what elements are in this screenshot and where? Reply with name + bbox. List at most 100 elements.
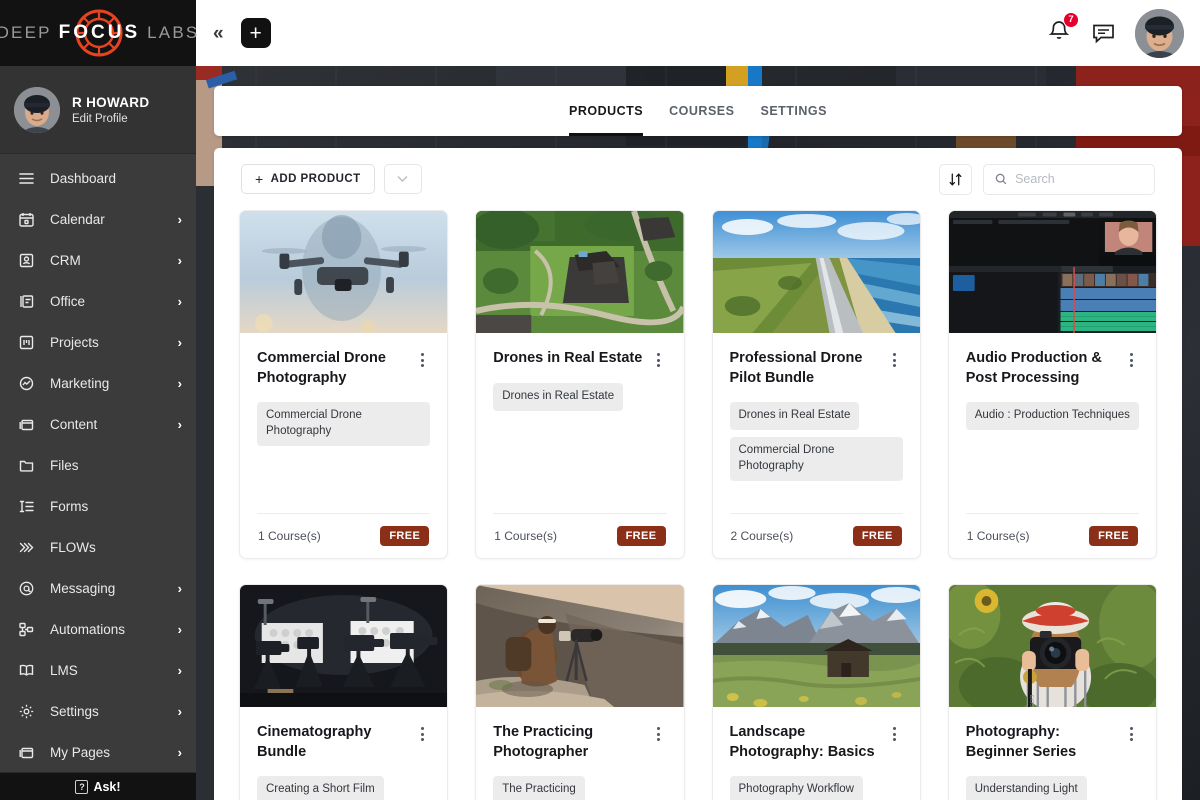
sidebar-profile[interactable]: R HOWARD Edit Profile: [0, 66, 196, 154]
chevron-right-icon: ›: [178, 212, 182, 227]
product-menu-button[interactable]: [651, 349, 667, 367]
sidebar-item-flows[interactable]: FLOWs: [0, 527, 196, 568]
product-menu-button[interactable]: [651, 723, 667, 741]
flows-icon: [16, 538, 36, 558]
tab-settings[interactable]: SETTINGS: [760, 86, 827, 136]
product-card[interactable]: EOS Photography: Beginner Series Underst…: [948, 584, 1157, 800]
sidebar-item-label: Files: [50, 458, 168, 473]
product-card[interactable]: Landscape Photography: Basics Photograph…: [712, 584, 921, 800]
chevron-right-icon: ›: [178, 335, 182, 350]
sidebar-item-label: LMS: [50, 663, 164, 678]
sidebar-item-projects[interactable]: Projects ›: [0, 322, 196, 363]
chevron-right-icon: ›: [178, 294, 182, 309]
product-menu-button[interactable]: [414, 349, 430, 367]
product-card-body: The Practicing Photographer The Practici…: [476, 707, 683, 800]
search-input[interactable]: [1015, 172, 1143, 186]
sidebar-item-marketing[interactable]: Marketing ›: [0, 363, 196, 404]
add-product-dropdown-button[interactable]: [384, 164, 422, 194]
search-icon: [995, 172, 1007, 186]
plus-icon: +: [255, 171, 264, 187]
sidebar-item-crm[interactable]: CRM ›: [0, 240, 196, 281]
top-bar-actions: 7: [1046, 9, 1200, 58]
products-grid: Commercial Drone Photography Commercial …: [214, 210, 1182, 800]
product-thumbnail: [476, 211, 683, 333]
search-box[interactable]: [983, 164, 1155, 195]
product-menu-button[interactable]: [1123, 349, 1139, 367]
products-toolbar: + ADD PRODUCT: [214, 148, 1182, 210]
sort-button[interactable]: [939, 164, 972, 195]
drone-in-flight-image: [240, 211, 447, 333]
product-card[interactable]: Cinematography Bundle Creating a Short F…: [239, 584, 448, 800]
product-card-body: Landscape Photography: Basics Photograph…: [713, 707, 920, 800]
sidebar-item-forms[interactable]: Forms: [0, 486, 196, 527]
price-badge: FREE: [853, 526, 902, 546]
contact-card-icon: [16, 251, 36, 271]
product-tag: Understanding Light: [966, 776, 1087, 800]
product-card[interactable]: The Practicing Photographer The Practici…: [475, 584, 684, 800]
question-mark-icon: ?: [75, 780, 88, 794]
add-product-button[interactable]: + ADD PRODUCT: [241, 164, 375, 194]
at-sign-icon: [16, 579, 36, 599]
product-title: Professional Drone Pilot Bundle: [730, 349, 879, 388]
tab-products[interactable]: PRODUCTS: [569, 86, 643, 136]
sidebar-item-content[interactable]: Content ›: [0, 404, 196, 445]
svg-text:EOS: EOS: [1028, 695, 1034, 707]
messages-button[interactable]: [1090, 20, 1117, 46]
user-avatar-button[interactable]: [1135, 9, 1184, 58]
sidebar-item-lms[interactable]: LMS ›: [0, 650, 196, 691]
sidebar-item-label: Dashboard: [50, 171, 168, 186]
product-tag: Drones in Real Estate: [730, 402, 860, 430]
edit-profile-link[interactable]: Edit Profile: [72, 113, 149, 125]
product-title: Commercial Drone Photography: [257, 349, 406, 388]
content-icon: [16, 415, 36, 435]
course-count: 1 Course(s): [494, 529, 557, 543]
product-card-footer: 2 Course(s) FREE: [730, 513, 903, 558]
sidebar-item-calendar[interactable]: Calendar ›: [0, 199, 196, 240]
product-menu-button[interactable]: [887, 723, 903, 741]
sidebar-item-messaging[interactable]: Messaging ›: [0, 568, 196, 609]
automations-icon: [16, 620, 36, 640]
product-title: Audio Production & Post Processing: [966, 349, 1115, 388]
product-thumbnail: [713, 211, 920, 333]
sidebar-item-label: Content: [50, 417, 164, 432]
tab-courses[interactable]: COURSES: [669, 86, 734, 136]
collapse-sidebar-button[interactable]: «: [213, 24, 224, 43]
brand-word-focus: FOCUS: [59, 22, 141, 44]
chat-icon: [1090, 20, 1117, 46]
product-menu-button[interactable]: [1123, 723, 1139, 741]
product-card[interactable]: Drones in Real Estate Drones in Real Est…: [475, 210, 684, 559]
avatar-face-icon: [1135, 9, 1184, 58]
notifications-button[interactable]: 7: [1046, 18, 1072, 49]
sidebar-item-dashboard[interactable]: Dashboard: [0, 158, 196, 199]
product-title: Landscape Photography: Basics: [730, 723, 879, 762]
product-card-body: Audio Production & Post Processing Audio…: [949, 333, 1156, 558]
chevron-right-icon: ›: [178, 704, 182, 719]
sidebar-item-label: Calendar: [50, 212, 164, 227]
product-thumbnail: [240, 211, 447, 333]
product-card[interactable]: Commercial Drone Photography Commercial …: [239, 210, 448, 559]
folder-icon: [16, 456, 36, 476]
product-menu-button[interactable]: [414, 723, 430, 741]
product-thumbnail: EOS: [949, 585, 1156, 707]
ask-button[interactable]: ? Ask!: [0, 772, 196, 800]
product-card[interactable]: Professional Drone Pilot Bundle Drones i…: [712, 210, 921, 559]
product-tags: Audio : Production Techniques: [966, 402, 1139, 430]
sidebar-item-label: My Pages: [50, 745, 164, 760]
app-root: DEEP FOCUS LABS R HOWARD: [0, 0, 1200, 800]
ask-label: Ask!: [93, 780, 120, 794]
coastal-road-aerial-image: [713, 211, 920, 333]
product-card[interactable]: Audio Production & Post Processing Audio…: [948, 210, 1157, 559]
sidebar-item-settings[interactable]: Settings ›: [0, 691, 196, 732]
price-badge: FREE: [617, 526, 666, 546]
sidebar-item-automations[interactable]: Automations ›: [0, 609, 196, 650]
product-thumbnail: [713, 585, 920, 707]
dashboard-icon: [16, 169, 36, 189]
chevron-right-icon: ›: [178, 417, 182, 432]
sidebar-item-files[interactable]: Files: [0, 445, 196, 486]
quick-add-button[interactable]: +: [241, 18, 271, 48]
sidebar-item-office[interactable]: Office ›: [0, 281, 196, 322]
brand-logo[interactable]: DEEP FOCUS LABS: [0, 0, 196, 66]
book-icon: [16, 661, 36, 681]
product-menu-button[interactable]: [887, 349, 903, 367]
sidebar-item-my-pages[interactable]: My Pages ›: [0, 732, 196, 772]
